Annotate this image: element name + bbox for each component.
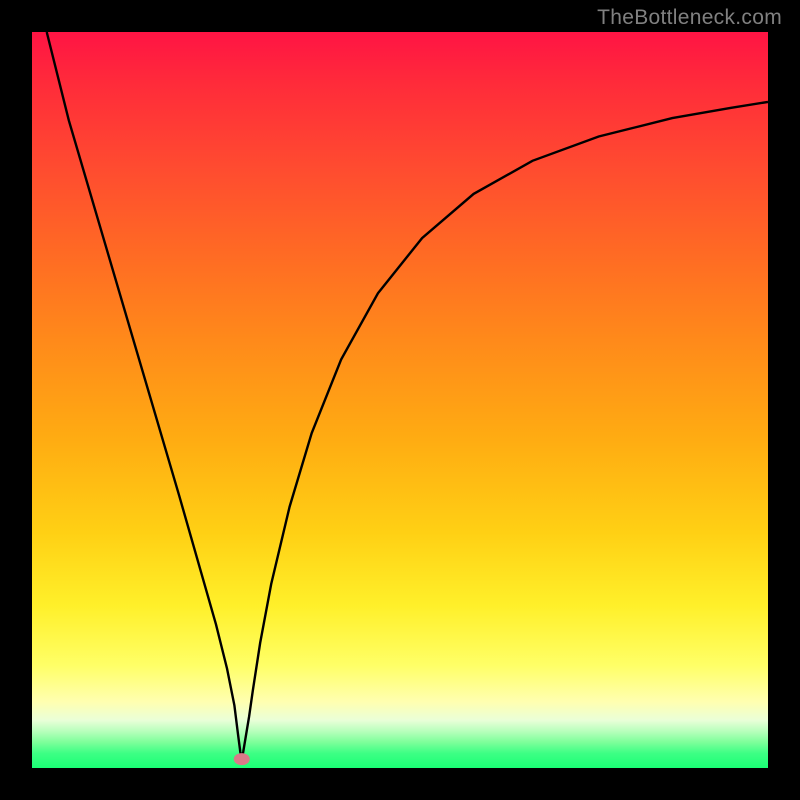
chart-frame: TheBottleneck.com [0, 0, 800, 800]
minimum-marker [234, 753, 250, 765]
plot-area [32, 32, 768, 768]
watermark-text: TheBottleneck.com [597, 6, 782, 30]
bottleneck-curve [32, 32, 768, 768]
curve-path [47, 32, 768, 759]
